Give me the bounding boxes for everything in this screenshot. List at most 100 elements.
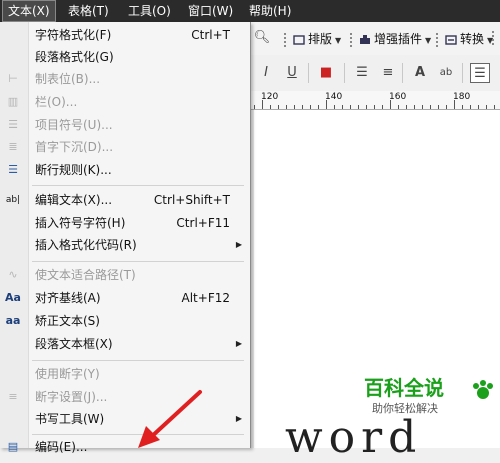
zoom-icon[interactable]: 🔍︎ [252, 28, 272, 48]
fit-text-icon[interactable]: A [410, 63, 430, 83]
ruler-tick [390, 100, 391, 109]
ruler-tick [478, 105, 479, 109]
ruler-tick [350, 105, 351, 109]
paragraph-format-icon[interactable]: ☰ [470, 63, 490, 83]
layout-label: 排版 [308, 32, 333, 46]
menu-item-edit-text[interactable]: ab| 编辑文本(X)... Ctrl+Shift+T [0, 189, 250, 211]
ruler-tick [406, 105, 407, 109]
menu-item-paragraph-format[interactable]: 段落格式化(G) [0, 46, 250, 68]
ruler-tick [470, 105, 471, 109]
layout-button[interactable]: 排版 ▼ [284, 29, 341, 49]
menu-item-character-format[interactable]: 字符格式化(F) Ctrl+T [0, 24, 250, 46]
menu-item-columns[interactable]: ▥ 栏(O)... [0, 91, 250, 113]
ruler-label: 180 [453, 92, 471, 102]
bullets-icon: ☰ [8, 118, 18, 131]
menu-tools[interactable]: 工具(O) [123, 0, 176, 22]
menu-table[interactable]: 表格(T) [63, 0, 114, 22]
plugin-icon [360, 34, 370, 44]
columns-icon: ▥ [7, 95, 19, 108]
ruler-tick [486, 105, 487, 109]
plugin-button[interactable]: 增强插件 ▼ [350, 29, 431, 49]
bullets-icon[interactable]: ☰ [352, 63, 372, 83]
italic-icon[interactable]: I [256, 63, 276, 83]
menu-item-tab-stops[interactable]: ⊢ 制表位(B)... [0, 68, 250, 90]
text-color-icon[interactable]: ■ [316, 63, 336, 83]
menu-item-label: 插入格式化代码(R) [35, 238, 137, 252]
menu-item-drop-cap[interactable]: ≣ 首字下沉(D)... [0, 136, 250, 158]
ruler-label: 160 [389, 92, 407, 102]
menu-item-insert-format-code[interactable]: 插入格式化代码(R) ▶ [0, 234, 250, 256]
text-menu-dropdown: 字符格式化(F) Ctrl+T 段落格式化(G) ⊢ 制表位(B)... ▥ 栏… [0, 22, 251, 454]
menu-item-writing-tools[interactable]: 书写工具(W) ▶ [0, 408, 250, 430]
toolbar-separator [402, 63, 403, 83]
ruler-tick [438, 105, 439, 109]
underline-icon[interactable]: U [282, 63, 302, 83]
menu-item-fit-text-to-path[interactable]: ∿ 使文本适合路径(T) [0, 264, 250, 286]
ruler-tick [398, 105, 399, 109]
menu-item-paragraph-text-frame[interactable]: 段落文本框(X) ▶ [0, 333, 250, 355]
menu-item-line-break-rules[interactable]: ☰ 断行规则(K)... [0, 159, 250, 181]
watermark-title: 百科全说 [364, 376, 444, 400]
submenu-arrow-icon: ▶ [235, 339, 242, 348]
convert-button[interactable]: 转换 ▼ [436, 29, 493, 49]
ruler-tick [454, 100, 455, 109]
menu-help[interactable]: 帮助(H) [244, 0, 296, 22]
menu-item-label: 插入符号字符(H) [35, 216, 126, 230]
encoding-icon: ▤ [7, 440, 19, 453]
menu-separator [32, 185, 244, 186]
tab-stop-icon: ⊢ [8, 72, 18, 85]
menu-item-label: 段落格式化(G) [35, 50, 114, 64]
menu-item-straighten-text[interactable]: aa 矫正文本(S) [0, 310, 250, 332]
ruler-tick [366, 105, 367, 109]
menu-item-label: 断字设置(J)... [35, 390, 108, 404]
ruler-tick [334, 105, 335, 109]
ruler-tick [254, 105, 255, 109]
hyphenation-icon: ≡ [8, 390, 18, 403]
align-baseline-icon: Aa [5, 291, 21, 304]
menu-item-insert-symbol[interactable]: 插入符号字符(H) Ctrl+F11 [0, 212, 250, 234]
menubar: 文本(X) 表格(T) 工具(O) 窗口(W) 帮助(H) [0, 0, 500, 22]
convert-icon [445, 34, 457, 45]
watermark-logo-icon [473, 380, 493, 399]
toolbar-separator [462, 63, 463, 83]
text-toolbar: I U ■ ☰ ≡ A ab ☰ [250, 55, 500, 92]
ruler-tick [462, 105, 463, 109]
menu-item-shortcut: Ctrl+Shift+T [153, 193, 230, 207]
ruler-tick [286, 105, 287, 109]
ruler-tick [318, 105, 319, 109]
menu-item-label: 使文本适合路径(T) [35, 268, 136, 282]
ruler-tick [430, 105, 431, 109]
straighten-text-icon: aa [5, 314, 21, 327]
character-format-icon[interactable]: ab [436, 63, 456, 83]
menu-item-bullets[interactable]: ☰ 项目符号(U)... [0, 114, 250, 136]
menu-item-align-baseline[interactable]: Aa 对齐基线(A) Alt+F12 [0, 287, 250, 309]
menu-item-label: 书写工具(W) [35, 412, 105, 426]
canvas-text[interactable]: word [285, 412, 422, 463]
ruler-tick [374, 105, 375, 109]
ruler-tick [382, 105, 383, 109]
menu-item-label: 首字下沉(D)... [35, 140, 114, 154]
menu-item-encoding[interactable]: ▤ 编码(E)... [0, 436, 250, 458]
standard-toolbar: 🔍︎ 排版 ▼ 增强插件 ▼ 转换 ▼ [250, 22, 500, 56]
menu-text[interactable]: 文本(X) [2, 0, 56, 22]
menu-item-hyphenation-settings[interactable]: ≡ 断字设置(J)... [0, 386, 250, 408]
ruler-tick [446, 105, 447, 109]
menu-window[interactable]: 窗口(W) [183, 0, 238, 22]
menu-item-label: 矫正文本(S) [35, 314, 100, 328]
line-break-icon: ☰ [8, 163, 18, 176]
toolbar-grip [492, 31, 497, 45]
menu-item-label: 段落文本框(X) [35, 337, 113, 351]
fit-path-icon: ∿ [8, 268, 18, 281]
drop-cap-icon[interactable]: ≡ [378, 63, 398, 83]
ruler-tick [302, 105, 303, 109]
menu-item-use-hyphenation[interactable]: 使用断字(Y) [0, 363, 250, 385]
chevron-down-icon: ▼ [425, 36, 432, 45]
ruler-tick [294, 105, 295, 109]
horizontal-ruler: 120 140 160 180 [250, 91, 500, 110]
menu-item-label: 断行规则(K)... [35, 163, 112, 177]
ruler-tick [278, 105, 279, 109]
toolbar-separator [344, 63, 345, 83]
menu-item-shortcut: Ctrl+T [191, 28, 230, 42]
plugin-label: 增强插件 [374, 32, 423, 46]
edit-text-icon: ab| [5, 195, 21, 205]
